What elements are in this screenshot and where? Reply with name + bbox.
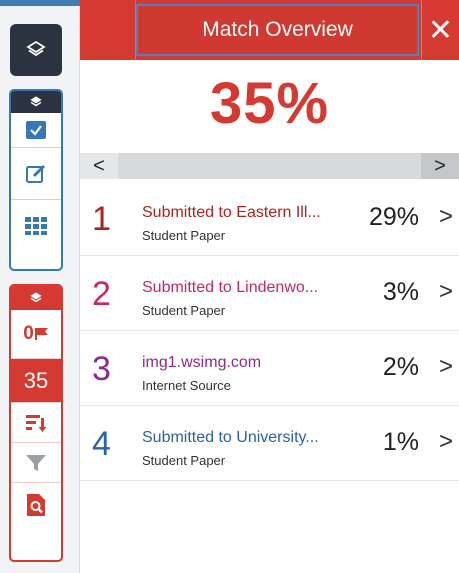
sort-icon [26,414,47,432]
sort-matches-button[interactable] [11,402,61,442]
match-source-link[interactable]: Submitted to Lindenwo... [142,279,347,297]
similarity-tools-group: 0 35 [9,284,63,562]
overall-similarity-percent: 35% [209,71,330,136]
match-list: 1 Submitted to Eastern Ill... Student Pa… [80,181,459,481]
match-rank: 2 [92,275,111,313]
grading-tools-group [9,89,63,271]
match-rank: 4 [92,425,111,463]
grading-layer-header[interactable] [11,91,61,113]
match-source-link[interactable]: Submitted to Eastern Ill... [142,204,347,222]
match-row[interactable]: 3 img1.wsimg.com Internet Source 2% > [80,331,459,406]
comment-tool-button[interactable] [11,147,61,199]
match-rank: 3 [92,350,111,388]
panel-title: Match Overview [136,4,419,56]
scroll-right-button[interactable]: > [421,153,459,179]
match-percent: 1% [382,428,419,456]
sidebar: 0 35 [0,0,80,573]
panel-header: Match Overview ✕ [80,0,459,60]
chevron-right-icon[interactable]: > [439,278,453,306]
match-percent: 2% [382,353,419,381]
document-search-icon [27,493,45,516]
horizontal-scrollbar[interactable]: < > [80,153,459,179]
checkbox-icon [26,121,46,139]
match-overview-count-button[interactable]: 35 [11,358,61,402]
filter-icon [26,454,46,471]
source-search-button[interactable] [11,482,61,526]
flags-button[interactable]: 0 [11,310,61,358]
flag-icon [34,328,48,340]
layers-button[interactable] [10,24,62,76]
sidebar-top-accent [0,0,80,6]
chevron-right-icon[interactable]: > [439,353,453,381]
match-percent: 29% [368,203,419,231]
grid-icon [25,216,47,235]
header-left-spacer [80,0,136,60]
match-row[interactable]: 4 Submitted to University... Student Pap… [80,406,459,481]
chevron-right-icon[interactable]: > [439,203,453,231]
chevron-right-icon: > [434,154,446,177]
checkbox-tool-button[interactable] [11,113,61,147]
filter-button[interactable] [11,442,61,482]
close-icon: ✕ [427,13,454,47]
edit-icon [26,164,46,183]
match-row[interactable]: 1 Submitted to Eastern Ill... Student Pa… [80,181,459,256]
match-source-type: Student Paper [142,303,226,318]
match-count: 35 [23,367,49,393]
match-row[interactable]: 2 Submitted to Lindenwo... Student Paper… [80,256,459,331]
match-source-type: Student Paper [142,453,226,468]
match-source-link[interactable]: Submitted to University... [142,429,347,447]
match-source-type: Student Paper [142,228,226,243]
similarity-layer-header[interactable] [11,286,61,310]
match-rank: 1 [92,200,111,238]
layers-icon [30,96,42,107]
match-source-link[interactable]: img1.wsimg.com [142,354,347,372]
match-source-type: Internet Source [142,378,231,393]
rubric-tool-button[interactable] [11,199,61,251]
layers-icon [26,40,46,57]
scroll-left-button[interactable]: < [80,153,118,179]
match-percent: 3% [382,278,419,306]
chevron-left-icon: < [93,154,105,177]
layers-icon [30,292,42,303]
match-overview-panel: Match Overview ✕ 35% < > 1 Submitted to … [80,0,459,573]
scrollbar-thumb[interactable] [118,153,421,179]
chevron-right-icon[interactable]: > [439,428,453,456]
close-button[interactable]: ✕ [421,0,459,60]
flag-count: 0 [23,323,34,344]
